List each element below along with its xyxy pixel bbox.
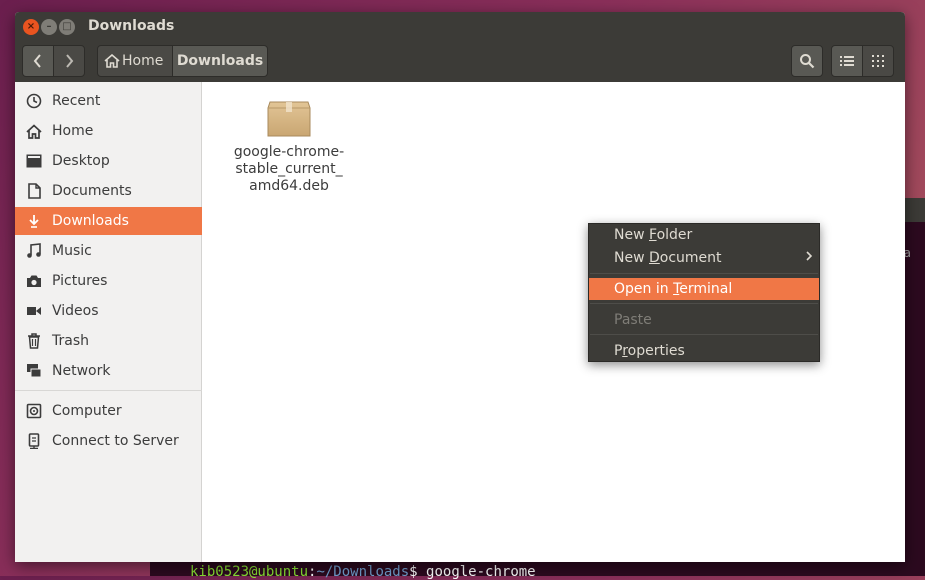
search-icon (800, 54, 815, 69)
menu-separator (590, 334, 818, 335)
sidebar-item-music[interactable]: Music (15, 237, 202, 265)
back-button[interactable] (22, 45, 54, 77)
network-icon (25, 362, 43, 380)
sidebar-item-connect-to-server[interactable]: Connect to Server (15, 427, 202, 455)
chevron-right-icon (805, 247, 813, 269)
home-icon (25, 122, 43, 140)
file-name-line: amd64.deb (249, 178, 329, 194)
package-icon (267, 101, 311, 137)
terminal-command: google-chrome (426, 564, 536, 580)
sidebar-item-computer[interactable]: Computer (15, 397, 202, 425)
close-icon: × (26, 21, 36, 32)
menu-item-properties[interactable]: Properties (589, 340, 819, 362)
menu-item-new-folder[interactable]: New Folder (589, 224, 819, 246)
menu-item-paste: Paste (614, 312, 652, 328)
breadcrumb-home-label: Home (122, 53, 164, 69)
computer-icon (25, 402, 43, 420)
grid-view-icon (872, 55, 884, 67)
terminal-path: ~/Downloads (316, 564, 410, 580)
context-menu: New Folder New Document Open in Terminal… (588, 223, 820, 362)
sidebar-item-label: Connect to Server (52, 433, 179, 449)
video-icon (25, 302, 43, 320)
menu-label-part: erminal (679, 281, 733, 297)
sidebar-item-videos[interactable]: Videos (15, 297, 202, 325)
menu-separator (590, 303, 818, 304)
terminal-prompt: $ (409, 564, 427, 580)
maximize-window-button[interactable]: □ (59, 19, 75, 35)
sidebar: Recent Home Desktop Documents Downloads … (15, 82, 202, 562)
sidebar-item-label: Network (52, 363, 111, 379)
menu-accel: D (649, 250, 660, 266)
chevron-left-icon (33, 54, 41, 68)
sidebar-item-label: Pictures (52, 273, 108, 289)
sidebar-item-desktop[interactable]: Desktop (15, 147, 202, 175)
menu-item-new-document[interactable]: New Document (589, 247, 819, 269)
minimize-window-button[interactable]: – (41, 19, 57, 35)
clock-icon (25, 92, 43, 110)
sidebar-item-label: Videos (52, 303, 99, 319)
server-icon (25, 432, 43, 450)
search-button[interactable] (791, 45, 823, 77)
document-icon (25, 182, 43, 200)
maximize-icon: □ (62, 21, 72, 32)
sidebar-item-label: Documents (52, 183, 132, 199)
file-item[interactable]: google-chrome- stable_current_ amd64.deb (224, 96, 354, 195)
menu-label-part: New (614, 250, 649, 266)
grid-view-button[interactable] (862, 45, 894, 77)
sidebar-item-network[interactable]: Network (15, 357, 202, 385)
file-name-line: google-chrome- (233, 144, 345, 160)
desktop-icon (25, 152, 43, 170)
sidebar-item-label: Music (52, 243, 92, 259)
forward-button[interactable] (53, 45, 85, 77)
breadcrumb-downloads-label: Downloads (176, 53, 264, 69)
sidebar-item-downloads[interactable]: Downloads (15, 207, 202, 235)
sidebar-item-label: Trash (52, 333, 89, 349)
list-view-button[interactable] (831, 45, 863, 77)
menu-accel: F (649, 227, 657, 243)
file-name-line: stable_current_ (235, 161, 343, 177)
toolbar: Home Downloads (15, 42, 905, 82)
menu-item-open-in-terminal[interactable]: Open in Terminal (589, 278, 819, 300)
breadcrumb-downloads[interactable]: Downloads (172, 45, 268, 77)
music-icon (25, 242, 43, 260)
sidebar-item-home[interactable]: Home (15, 117, 202, 145)
download-icon (25, 212, 43, 230)
sidebar-item-label: Desktop (52, 153, 110, 169)
breadcrumb-home[interactable]: Home (97, 45, 173, 77)
menu-label-part: older (656, 227, 693, 243)
menu-label-part: ocument (659, 250, 722, 266)
sidebar-item-label: Home (52, 123, 94, 139)
menu-label-part: P (614, 343, 623, 359)
menu-label-part: Open in (614, 281, 674, 297)
terminal-user: kib0523@ubuntu (190, 564, 309, 580)
camera-icon (25, 272, 43, 290)
sidebar-item-label: Downloads (52, 213, 129, 229)
title-bar[interactable]: × – □ Downloads (15, 12, 905, 42)
sidebar-item-pictures[interactable]: Pictures (15, 267, 202, 295)
sidebar-item-trash[interactable]: Trash (15, 327, 202, 355)
menu-separator (590, 273, 818, 274)
chevron-right-icon (66, 54, 74, 68)
menu-label-part: New (614, 227, 649, 243)
sidebar-item-label: Recent (52, 93, 101, 109)
background-terminal-prompt-line: kib0523@ubuntu:~/Downloads$ google-chrom… (190, 564, 536, 580)
file-name: google-chrome- stable_current_ amd64.deb (224, 144, 354, 195)
trash-icon (25, 332, 43, 350)
sidebar-item-recent[interactable]: Recent (15, 87, 202, 115)
sidebar-item-label: Computer (52, 403, 122, 419)
list-view-icon (840, 56, 854, 66)
sidebar-separator (15, 390, 202, 391)
minimize-icon: – (46, 21, 52, 32)
menu-label-part: operties (627, 343, 685, 359)
sidebar-item-documents[interactable]: Documents (15, 177, 202, 205)
close-window-button[interactable]: × (23, 19, 39, 35)
window-title: Downloads (88, 18, 175, 34)
home-icon (104, 54, 120, 68)
